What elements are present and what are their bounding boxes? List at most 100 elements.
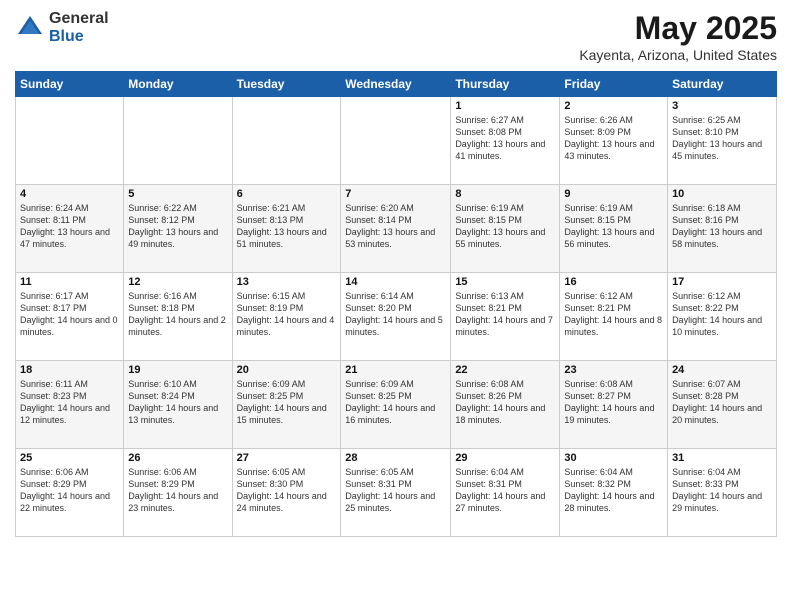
day-number: 17 xyxy=(672,276,772,288)
calendar-cell: 28 Sunrise: 6:05 AM Sunset: 8:31 PM Dayli… xyxy=(341,449,451,537)
day-number: 5 xyxy=(128,188,227,200)
logo-text: General Blue xyxy=(49,10,109,45)
calendar-cell: 22Sunrise: 6:08 AM Sunset: 8:26 PM Dayli… xyxy=(451,361,560,449)
day-info: Sunrise: 6:04 AM Sunset: 8:33 PM Dayligh… xyxy=(672,466,772,515)
day-number: 24 xyxy=(672,364,772,376)
calendar-week-row: 18Sunrise: 6:11 AM Sunset: 8:23 PM Dayli… xyxy=(16,361,777,449)
calendar-cell: 13 Sunrise: 6:15 AM Sunset: 8:19 PM Dayli… xyxy=(232,273,341,361)
header: General Blue May 2025 Kayenta, Arizona, … xyxy=(15,10,777,63)
calendar-cell: 21Sunrise: 6:09 AM Sunset: 8:25 PM Dayli… xyxy=(341,361,451,449)
calendar-cell: 24 Sunrise: 6:07 AM Sunset: 8:28 PM Dayli… xyxy=(668,361,777,449)
calendar-cell: 20Sunrise: 6:09 AM Sunset: 8:25 PM Dayli… xyxy=(232,361,341,449)
day-info: Sunrise: 6:05 AM Sunset: 8:30 PM Dayligh… xyxy=(237,466,337,515)
day-info: Sunrise: 6:27 AM Sunset: 8:08 PM Dayligh… xyxy=(455,114,555,163)
day-number: 15 xyxy=(455,276,555,288)
calendar-day-header: Friday xyxy=(560,72,668,97)
calendar-day-header: Sunday xyxy=(16,72,124,97)
day-number: 28 xyxy=(345,452,446,464)
day-number: 11 xyxy=(20,276,119,288)
calendar-cell: 23 Sunrise: 6:08 AM Sunset: 8:27 PM Dayli… xyxy=(560,361,668,449)
day-info: Sunrise: 6:12 AM Sunset: 8:21 PM Dayligh… xyxy=(564,290,663,339)
calendar-day-header: Thursday xyxy=(451,72,560,97)
day-info: Sunrise: 6:07 AM Sunset: 8:28 PM Dayligh… xyxy=(672,378,772,427)
logo: General Blue xyxy=(15,10,109,45)
calendar-cell: 6Sunrise: 6:21 AM Sunset: 8:13 PM Daylig… xyxy=(232,185,341,273)
day-info: Sunrise: 6:18 AM Sunset: 8:16 PM Dayligh… xyxy=(672,202,772,251)
calendar-cell xyxy=(232,97,341,185)
day-info: Sunrise: 6:08 AM Sunset: 8:27 PM Dayligh… xyxy=(564,378,663,427)
day-number: 10 xyxy=(672,188,772,200)
page: General Blue May 2025 Kayenta, Arizona, … xyxy=(0,0,792,612)
day-number: 3 xyxy=(672,100,772,112)
day-info: Sunrise: 6:20 AM Sunset: 8:14 PM Dayligh… xyxy=(345,202,446,251)
calendar-cell: 17 Sunrise: 6:12 AM Sunset: 8:22 PM Dayli… xyxy=(668,273,777,361)
day-info: Sunrise: 6:19 AM Sunset: 8:15 PM Dayligh… xyxy=(455,202,555,251)
calendar-cell: 25 Sunrise: 6:06 AM Sunset: 8:29 PM Dayli… xyxy=(16,449,124,537)
calendar-cell: 10 Sunrise: 6:18 AM Sunset: 8:16 PM Dayli… xyxy=(668,185,777,273)
calendar-day-header: Monday xyxy=(124,72,232,97)
calendar-cell xyxy=(16,97,124,185)
calendar-table: SundayMondayTuesdayWednesdayThursdayFrid… xyxy=(15,71,777,537)
calendar-cell: 31 Sunrise: 6:04 AM Sunset: 8:33 PM Dayli… xyxy=(668,449,777,537)
day-number: 13 xyxy=(237,276,337,288)
calendar-cell: 8 Sunrise: 6:19 AM Sunset: 8:15 PM Daylig… xyxy=(451,185,560,273)
calendar-header-row: SundayMondayTuesdayWednesdayThursdayFrid… xyxy=(16,72,777,97)
day-number: 16 xyxy=(564,276,663,288)
day-info: Sunrise: 6:10 AM Sunset: 8:24 PM Dayligh… xyxy=(128,378,227,427)
calendar-cell: 15 Sunrise: 6:13 AM Sunset: 8:21 PM Dayli… xyxy=(451,273,560,361)
day-number: 31 xyxy=(672,452,772,464)
calendar-cell: 2 Sunrise: 6:26 AM Sunset: 8:09 PM Daylig… xyxy=(560,97,668,185)
calendar-cell: 12 Sunrise: 6:16 AM Sunset: 8:18 PM Dayli… xyxy=(124,273,232,361)
day-number: 14 xyxy=(345,276,446,288)
calendar-cell: 26Sunrise: 6:06 AM Sunset: 8:29 PM Dayli… xyxy=(124,449,232,537)
calendar-cell: 3 Sunrise: 6:25 AM Sunset: 8:10 PM Daylig… xyxy=(668,97,777,185)
day-info: Sunrise: 6:21 AM Sunset: 8:13 PM Dayligh… xyxy=(237,202,337,251)
title-area: May 2025 Kayenta, Arizona, United States xyxy=(579,10,777,63)
day-info: Sunrise: 6:11 AM Sunset: 8:23 PM Dayligh… xyxy=(20,378,119,427)
day-info: Sunrise: 6:12 AM Sunset: 8:22 PM Dayligh… xyxy=(672,290,772,339)
calendar-cell: 29Sunrise: 6:04 AM Sunset: 8:31 PM Dayli… xyxy=(451,449,560,537)
day-info: Sunrise: 6:06 AM Sunset: 8:29 PM Dayligh… xyxy=(128,466,227,515)
day-number: 25 xyxy=(20,452,119,464)
day-number: 27 xyxy=(237,452,337,464)
day-info: Sunrise: 6:24 AM Sunset: 8:11 PM Dayligh… xyxy=(20,202,119,251)
day-info: Sunrise: 6:04 AM Sunset: 8:32 PM Dayligh… xyxy=(564,466,663,515)
day-info: Sunrise: 6:06 AM Sunset: 8:29 PM Dayligh… xyxy=(20,466,119,515)
day-number: 30 xyxy=(564,452,663,464)
day-info: Sunrise: 6:26 AM Sunset: 8:09 PM Dayligh… xyxy=(564,114,663,163)
calendar-cell: 4 Sunrise: 6:24 AM Sunset: 8:11 PM Daylig… xyxy=(16,185,124,273)
day-number: 2 xyxy=(564,100,663,112)
calendar-cell: 11 Sunrise: 6:17 AM Sunset: 8:17 PM Dayli… xyxy=(16,273,124,361)
calendar-day-header: Saturday xyxy=(668,72,777,97)
calendar-cell: 9Sunrise: 6:19 AM Sunset: 8:15 PM Daylig… xyxy=(560,185,668,273)
day-number: 19 xyxy=(128,364,227,376)
day-info: Sunrise: 6:09 AM Sunset: 8:25 PM Dayligh… xyxy=(237,378,337,427)
calendar-cell: 18Sunrise: 6:11 AM Sunset: 8:23 PM Dayli… xyxy=(16,361,124,449)
calendar-cell: 7 Sunrise: 6:20 AM Sunset: 8:14 PM Daylig… xyxy=(341,185,451,273)
calendar-cell: 5Sunrise: 6:22 AM Sunset: 8:12 PM Daylig… xyxy=(124,185,232,273)
calendar-week-row: 11 Sunrise: 6:17 AM Sunset: 8:17 PM Dayli… xyxy=(16,273,777,361)
day-info: Sunrise: 6:19 AM Sunset: 8:15 PM Dayligh… xyxy=(564,202,663,251)
calendar-cell: 27 Sunrise: 6:05 AM Sunset: 8:30 PM Dayli… xyxy=(232,449,341,537)
calendar-cell: 19 Sunrise: 6:10 AM Sunset: 8:24 PM Dayli… xyxy=(124,361,232,449)
day-number: 29 xyxy=(455,452,555,464)
day-info: Sunrise: 6:16 AM Sunset: 8:18 PM Dayligh… xyxy=(128,290,227,339)
day-number: 8 xyxy=(455,188,555,200)
main-title: May 2025 xyxy=(579,10,777,47)
calendar-week-row: 25 Sunrise: 6:06 AM Sunset: 8:29 PM Dayli… xyxy=(16,449,777,537)
day-info: Sunrise: 6:13 AM Sunset: 8:21 PM Dayligh… xyxy=(455,290,555,339)
calendar-cell: 30 Sunrise: 6:04 AM Sunset: 8:32 PM Dayli… xyxy=(560,449,668,537)
calendar-day-header: Wednesday xyxy=(341,72,451,97)
day-number: 4 xyxy=(20,188,119,200)
day-info: Sunrise: 6:17 AM Sunset: 8:17 PM Dayligh… xyxy=(20,290,119,339)
day-number: 12 xyxy=(128,276,227,288)
calendar-cell: 1Sunrise: 6:27 AM Sunset: 8:08 PM Daylig… xyxy=(451,97,560,185)
day-number: 7 xyxy=(345,188,446,200)
day-info: Sunrise: 6:15 AM Sunset: 8:19 PM Dayligh… xyxy=(237,290,337,339)
day-info: Sunrise: 6:09 AM Sunset: 8:25 PM Dayligh… xyxy=(345,378,446,427)
day-number: 23 xyxy=(564,364,663,376)
day-number: 22 xyxy=(455,364,555,376)
day-info: Sunrise: 6:05 AM Sunset: 8:31 PM Dayligh… xyxy=(345,466,446,515)
day-info: Sunrise: 6:25 AM Sunset: 8:10 PM Dayligh… xyxy=(672,114,772,163)
calendar-cell: 16 Sunrise: 6:12 AM Sunset: 8:21 PM Dayli… xyxy=(560,273,668,361)
